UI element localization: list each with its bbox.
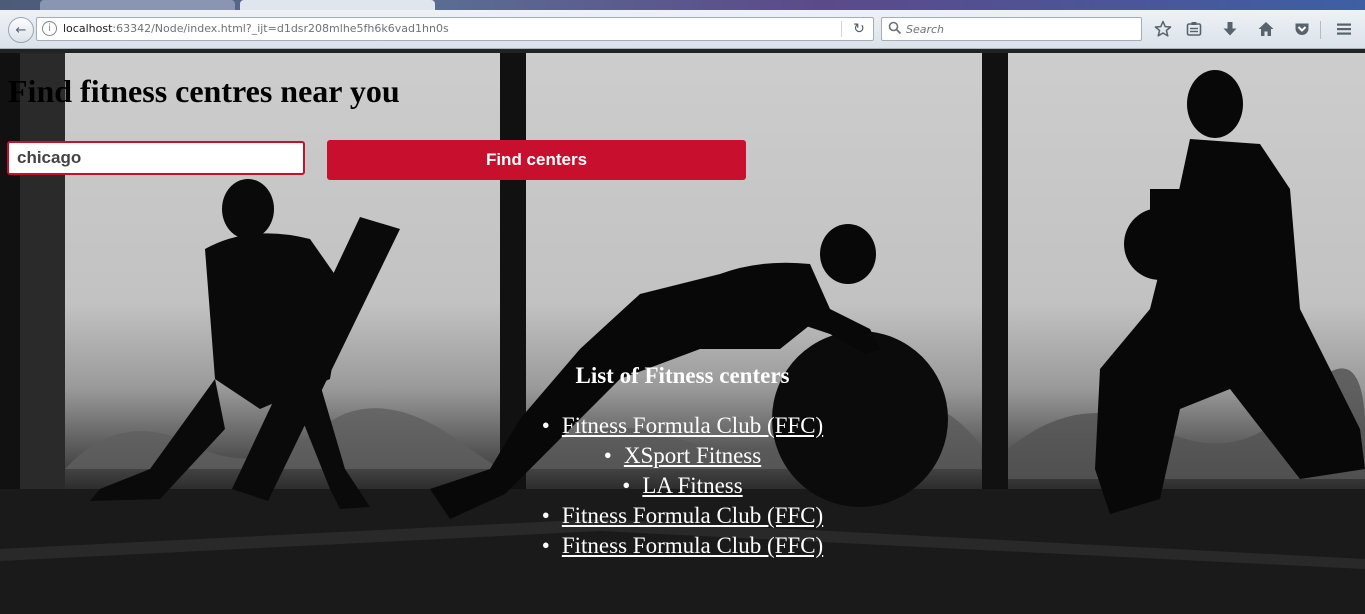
list-item: Fitness Formula Club (FFC) xyxy=(0,531,1365,561)
url-host: localhost xyxy=(63,22,113,35)
search-icon xyxy=(888,21,902,35)
fitness-center-list: Fitness Formula Club (FFC) XSport Fitnes… xyxy=(0,411,1365,561)
list-item: Fitness Formula Club (FFC) xyxy=(0,501,1365,531)
reading-list-icon[interactable] xyxy=(1183,18,1205,40)
download-icon[interactable] xyxy=(1219,18,1241,40)
pocket-icon[interactable] xyxy=(1291,18,1313,40)
center-link[interactable]: LA Fitness xyxy=(642,473,742,498)
home-icon[interactable] xyxy=(1255,18,1277,40)
tab-strip xyxy=(0,0,1365,10)
center-link[interactable]: XSport Fitness xyxy=(624,443,761,468)
back-button[interactable]: ← xyxy=(8,17,34,43)
menu-icon[interactable] xyxy=(1333,18,1355,40)
arrow-left-icon: ← xyxy=(15,22,27,38)
toolbar-divider xyxy=(1320,21,1321,39)
url-divider xyxy=(841,21,842,37)
tab-background[interactable] xyxy=(40,0,235,10)
url-text[interactable]: localhost:63342/Node/index.html?_ijt=d1d… xyxy=(63,22,449,35)
search-bar[interactable] xyxy=(881,17,1142,41)
address-bar[interactable]: i localhost:63342/Node/index.html?_ijt=d… xyxy=(36,17,874,41)
list-item: Fitness Formula Club (FFC) xyxy=(0,411,1365,441)
page-title: Find fitness centres near you xyxy=(8,73,400,109)
city-search-input[interactable] xyxy=(7,141,305,175)
bookmark-star-icon[interactable] xyxy=(1152,18,1174,40)
info-icon[interactable]: i xyxy=(42,21,57,36)
tab-active[interactable] xyxy=(240,0,435,10)
search-input[interactable] xyxy=(906,20,1134,38)
center-link[interactable]: Fitness Formula Club (FFC) xyxy=(562,413,823,438)
list-item: XSport Fitness xyxy=(0,441,1365,471)
page-viewport: Find fitness centres near you Find cente… xyxy=(0,49,1365,614)
find-centers-button[interactable]: Find centers xyxy=(327,140,746,180)
reload-icon[interactable]: ↻ xyxy=(849,19,869,39)
url-path: :63342/Node/index.html?_ijt=d1dsr208mlhe… xyxy=(112,22,449,35)
list-item: LA Fitness xyxy=(0,471,1365,501)
center-link[interactable]: Fitness Formula Club (FFC) xyxy=(562,503,823,528)
list-heading: List of Fitness centers xyxy=(575,363,790,388)
navigation-toolbar: ← i localhost:63342/Node/index.html?_ijt… xyxy=(0,10,1365,49)
center-link[interactable]: Fitness Formula Club (FFC) xyxy=(562,533,823,558)
